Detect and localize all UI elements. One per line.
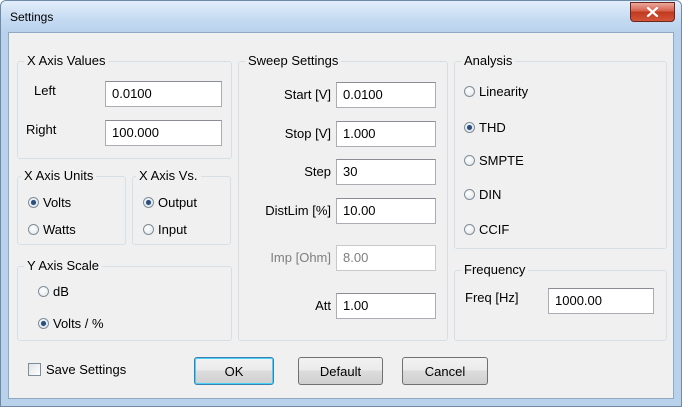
y-axis-scale-group: Y Axis Scale dB Volts / % [17,258,232,341]
thd-radio-dot [464,121,475,133]
din-radio[interactable]: DIN [464,186,501,202]
volts-radio-label: Volts [43,194,72,210]
window-title: Settings [10,10,54,24]
title-bar[interactable]: Settings [1,1,681,31]
output-radio[interactable]: Output [143,194,197,210]
volts-radio-dot [28,196,39,208]
db-radio[interactable]: dB [38,283,69,299]
x-axis-vs-group: X Axis Vs. Output Input [132,168,231,245]
save-settings-label: Save Settings [46,362,127,377]
stop-label: Stop [V] [284,126,331,141]
att-label: Att [315,298,331,313]
ok-button[interactable]: OK [194,357,274,385]
freq-input[interactable]: 1000.00 [548,288,654,314]
frequency-title: Frequency [461,262,529,278]
dialog-client-area: X Axis Values Left 0.0100 Right 100.000 … [8,32,674,399]
watts-radio-label: Watts [43,221,76,237]
frequency-group: Frequency Freq [Hz] 1000.00 [454,262,667,341]
imp-input: 8.00 [336,245,436,271]
save-settings-checkbox[interactable]: Save Settings [28,362,126,377]
volts-percent-radio-label: Volts / % [53,315,104,331]
db-radio-label: dB [53,283,69,299]
imp-label: Imp [Ohm] [270,250,331,265]
cancel-button[interactable]: Cancel [402,357,488,385]
x-axis-units-group: X Axis Units Volts Watts [17,168,126,245]
freq-label: Freq [Hz] [465,290,519,305]
att-input[interactable]: 1.00 [336,293,436,319]
din-radio-label: DIN [479,186,502,202]
linearity-radio-dot [464,85,475,97]
smpte-radio[interactable]: SMPTE [464,152,524,168]
ccif-radio[interactable]: CCIF [464,221,509,237]
watts-radio-dot [28,223,39,235]
smpte-radio-label: SMPTE [479,152,524,168]
output-radio-dot [143,196,154,208]
right-input[interactable]: 100.000 [105,120,222,146]
x-axis-units-title: X Axis Units [21,168,97,184]
save-settings-box[interactable] [28,363,41,376]
ccif-radio-label: CCIF [479,221,510,237]
left-label: Left [34,83,56,98]
default-button[interactable]: Default [298,357,383,385]
x-axis-values-title: X Axis Values [24,53,109,69]
input-radio-label: Input [158,221,187,237]
thd-radio[interactable]: THD [464,119,506,135]
volts-percent-radio-dot [38,317,49,329]
close-x-icon [646,7,659,17]
right-label: Right [26,122,57,137]
step-input[interactable]: 30 [336,159,436,185]
input-radio[interactable]: Input [143,221,187,237]
db-radio-dot [38,285,49,297]
x-axis-values-group: X Axis Values Left 0.0100 Right 100.000 [17,53,232,159]
step-label: Step [304,164,331,179]
x-axis-vs-title: X Axis Vs. [136,168,201,184]
analysis-group: Analysis Linearity THD SMPTE DIN CCIF [454,53,667,249]
input-radio-dot [143,223,154,235]
sweep-settings-title: Sweep Settings [245,53,342,69]
settings-window: Settings X Axis Values Left 0.0100 Right… [0,0,682,407]
left-input[interactable]: 0.0100 [105,81,222,107]
sweep-settings-group: Sweep Settings Start [V] 0.0100 Stop [V]… [238,53,448,341]
analysis-title: Analysis [461,53,516,69]
start-input[interactable]: 0.0100 [336,82,436,108]
output-radio-label: Output [158,194,198,210]
distlim-input[interactable]: 10.00 [336,198,436,224]
linearity-radio[interactable]: Linearity [464,83,528,99]
thd-radio-label: THD [479,119,506,135]
ccif-radio-dot [464,223,475,235]
volts-percent-radio[interactable]: Volts / % [38,315,104,331]
close-button[interactable] [630,2,675,22]
volts-radio[interactable]: Volts [28,194,71,210]
smpte-radio-dot [464,154,475,166]
watts-radio[interactable]: Watts [28,221,76,237]
linearity-radio-label: Linearity [479,83,529,99]
stop-input[interactable]: 1.000 [336,121,436,147]
distlim-label: DistLim [%] [265,203,331,218]
y-axis-scale-title: Y Axis Scale [24,258,103,274]
start-label: Start [V] [284,87,331,102]
din-radio-dot [464,188,475,200]
